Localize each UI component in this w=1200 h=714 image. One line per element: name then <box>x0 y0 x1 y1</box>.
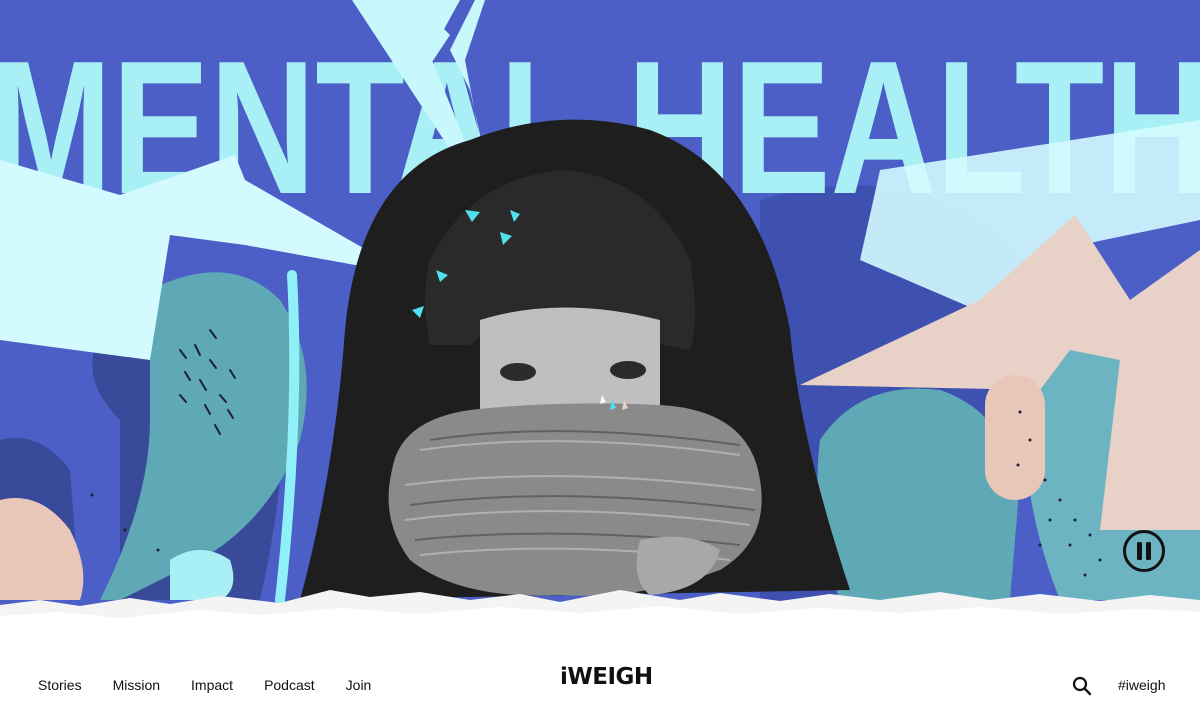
pause-button[interactable] <box>1122 529 1166 573</box>
nav-mission[interactable]: Mission <box>113 677 160 693</box>
brand-logo[interactable]: iWEIGH <box>560 666 653 689</box>
search-icon <box>1072 676 1092 696</box>
nav-podcast[interactable]: Podcast <box>264 677 315 693</box>
hero-banner: MENTAL HEALTH <box>0 0 1200 640</box>
pause-icon <box>1123 530 1165 572</box>
search-button[interactable] <box>1072 676 1092 696</box>
nav-links: Stories Mission Impact Podcast Join <box>38 677 371 693</box>
nav-join[interactable]: Join <box>346 677 372 693</box>
hashtag-link[interactable]: #iweigh <box>1118 677 1165 693</box>
footer-nav: Stories Mission Impact Podcast Join iWEI… <box>0 640 1200 714</box>
nav-impact[interactable]: Impact <box>191 677 233 693</box>
nav-stories[interactable]: Stories <box>38 677 82 693</box>
shape-peach-pill <box>985 375 1045 500</box>
hero-illustration: MENTAL HEALTH <box>0 0 1200 640</box>
shape-cyan-blob <box>170 550 234 600</box>
